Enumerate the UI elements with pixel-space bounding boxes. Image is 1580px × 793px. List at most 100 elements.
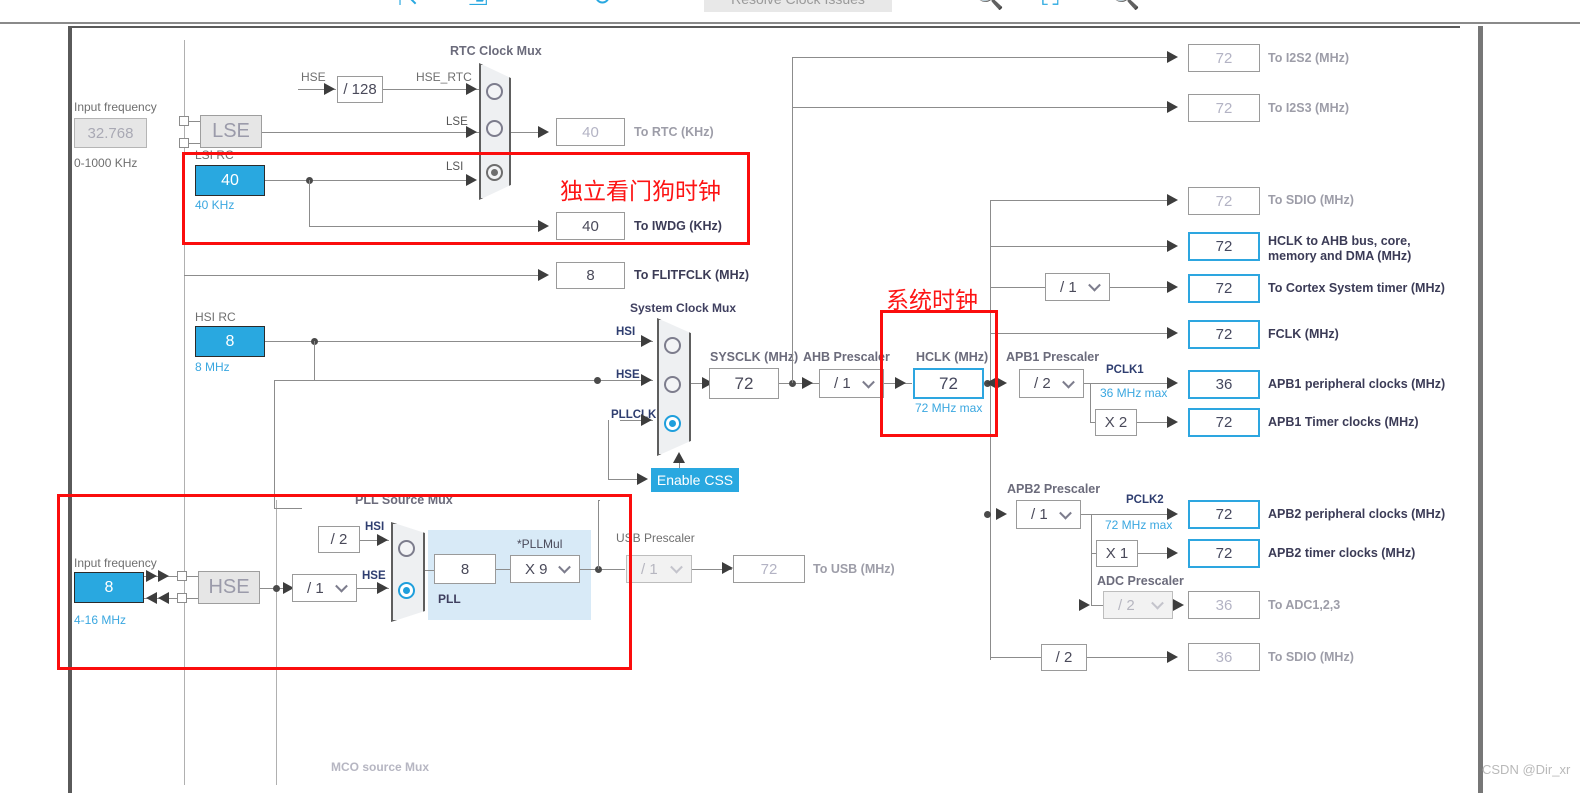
watermark-label: CSDN @Dir_xr — [1482, 762, 1571, 777]
apb1-prescaler-label: APB1 Prescaler — [1006, 350, 1100, 364]
sysmux-pin-hsi: HSI — [616, 326, 636, 338]
undo-icon[interactable]: ⇱ — [398, 0, 418, 10]
output-adc-label: To ADC1,2,3 — [1268, 598, 1341, 612]
wire-sysclk-up — [792, 57, 793, 383]
annotation-box-pll-source — [57, 494, 632, 670]
arrow-apb1-periph — [1167, 377, 1178, 389]
arrow-ahb-in — [802, 377, 813, 389]
arrow-pllclk-sysmux — [641, 414, 652, 426]
usb-prescaler-select[interactable]: / 1 — [626, 555, 692, 583]
enable-css-button[interactable]: Enable CSS — [651, 468, 739, 492]
arrow-apb2-periph — [1167, 508, 1178, 520]
resolve-clock-issues-button[interactable]: Resolve Clock Issues — [704, 0, 892, 12]
sysmux-port-pllclk[interactable] — [664, 415, 681, 432]
wire-cortexdiv-out — [1110, 287, 1172, 288]
output-hclk-ahb-value: 72 — [1188, 232, 1260, 261]
output-apb1-timer-label: APB1 Timer clocks (MHz) — [1268, 415, 1419, 429]
wire-hsi-to-sysmux — [265, 341, 653, 342]
sdio-prescaler: / 2 — [1041, 644, 1087, 671]
lse-input-frequency-field[interactable]: 32.768 — [74, 118, 147, 148]
lse-input-frequency-label: Input frequency — [74, 100, 157, 114]
pclk1-label: PCLK1 — [1106, 364, 1144, 376]
arrow-i2s3 — [1167, 101, 1178, 113]
clock-configuration-canvas: ⇱ ⇲ ↻ Resolve Clock Issues 🔍 ⛶ 🔍 Input f… — [0, 0, 1580, 793]
apb1-max-label: 36 MHz max — [1100, 386, 1168, 400]
apb1-prescaler-select[interactable]: / 2 — [1019, 369, 1084, 398]
toolbar-divider — [0, 22, 1580, 24]
output-apb1-periph-value: 36 — [1188, 370, 1260, 399]
cortex-prescaler-value: / 1 — [1060, 278, 1077, 296]
redo-icon[interactable]: ⇲ — [468, 0, 488, 10]
ahb-prescaler-label: AHB Prescaler — [803, 350, 890, 364]
wire-hsi-down — [314, 341, 315, 380]
apb2-prescaler-select[interactable]: / 1 — [1016, 500, 1081, 529]
arrow-sdio-bot — [1167, 651, 1178, 663]
rtc-hse-divider[interactable]: / 128 — [337, 76, 383, 103]
wire-to-sdio-top — [990, 200, 1172, 201]
output-i2s2-label: To I2S2 (MHz) — [1268, 51, 1350, 65]
fit-to-screen-icon[interactable]: ⛶ — [1042, 0, 1059, 10]
rtc-mux-port-hse-rtc[interactable] — [486, 83, 503, 100]
sysclk-value: 72 — [709, 368, 779, 399]
output-rtc-label: To RTC (KHz) — [634, 125, 714, 139]
wire-sdio-bot-out — [1087, 657, 1172, 658]
ahb-prescaler-select[interactable]: / 1 — [819, 369, 884, 398]
chevron-down-icon — [1088, 278, 1101, 292]
zoom-out-icon[interactable]: 🔍 — [974, 0, 1004, 10]
output-cortex-label: To Cortex System timer (MHz) — [1268, 281, 1445, 295]
junction-hse-sys — [594, 377, 601, 384]
sysmux-port-hse[interactable] — [664, 376, 681, 393]
sysmux-port-hsi[interactable] — [664, 337, 681, 354]
cortex-prescaler-select[interactable]: / 1 — [1045, 273, 1110, 301]
arrow-apb2-timer — [1167, 547, 1178, 559]
arrow-to-flitf — [538, 269, 549, 281]
arrow-div128-in — [324, 83, 335, 95]
arrow-adc-out — [1173, 599, 1184, 611]
wire-adc-in — [1091, 605, 1103, 606]
wire-apb1-to-periph — [1084, 383, 1172, 384]
wire-sysclk-to-ahb — [779, 383, 819, 384]
wire-apb2-to-periph — [1081, 514, 1172, 515]
arrow-css-in — [637, 473, 648, 485]
lse-range-label: 0-1000 KHz — [74, 156, 138, 170]
rtc-mux-port-lse[interactable] — [486, 120, 503, 137]
output-usb-label: To USB (MHz) — [813, 562, 895, 576]
arrow-fclk — [1167, 327, 1178, 339]
arrow-i2s2 — [1167, 51, 1178, 63]
system-clock-mux-title: System Clock Mux — [630, 301, 737, 315]
output-adc-value: 36 — [1188, 591, 1260, 619]
lse-pin-in[interactable] — [179, 116, 189, 126]
annotation-box-sysclk — [880, 310, 998, 437]
output-apb1-periph-label: APB1 peripheral clocks (MHz) — [1268, 377, 1446, 391]
arrow-sdio-top — [1167, 194, 1178, 206]
chevron-down-icon — [862, 375, 875, 389]
lse-pin-out[interactable] — [179, 138, 189, 148]
hsi-value-field[interactable]: 8 — [195, 326, 265, 357]
arrow-usb-out — [722, 562, 733, 574]
arrow-cortex — [1167, 281, 1178, 293]
system-clock-mux[interactable] — [657, 318, 691, 456]
output-hclk-ahb-label-line2: memory and DMA (MHz) — [1268, 249, 1412, 263]
chevron-down-icon — [1059, 506, 1072, 520]
reset-icon[interactable]: ↻ — [592, 0, 612, 10]
zoom-in-icon[interactable]: 🔍 — [1110, 0, 1140, 10]
wire-apb1-timer-down — [1090, 383, 1091, 422]
hsi-rc-title: HSI RC — [195, 310, 236, 324]
output-apb2-timer-value: 72 — [1188, 539, 1260, 568]
arrow-hsi-sysmux — [641, 335, 652, 347]
annotation-text-sysclk: 系统时钟 — [886, 288, 978, 314]
output-i2s3-value: 72 — [1188, 94, 1260, 122]
output-apb2-periph-label: APB2 peripheral clocks (MHz) — [1268, 507, 1446, 521]
lse-oscillator-block[interactable]: LSE — [200, 115, 262, 148]
arrow-hse-rtc-mux — [466, 83, 477, 95]
output-sdio-top-label: To SDIO (MHz) — [1268, 193, 1354, 207]
apb1-prescaler-value: / 2 — [1034, 375, 1051, 392]
wire-lse-to-mux — [262, 132, 480, 133]
usb-prescaler-value: / 1 — [641, 560, 658, 578]
wire-to-i2s3 — [792, 107, 1172, 108]
hsi-unit-label: 8 MHz — [195, 360, 230, 374]
apb2-prescaler-label: APB2 Prescaler — [1007, 482, 1101, 496]
wire-to-i2s2 — [792, 57, 1172, 58]
arrow-to-rtc-box — [538, 126, 549, 138]
adc-prescaler-select[interactable]: / 2 — [1103, 591, 1173, 619]
